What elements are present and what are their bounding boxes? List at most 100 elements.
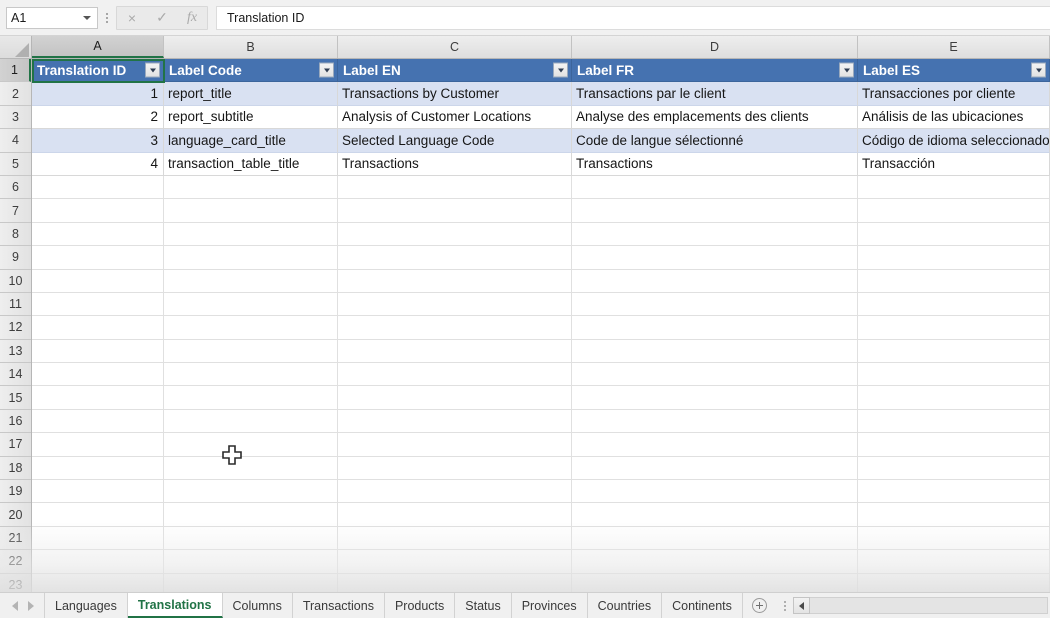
cell-C21[interactable] — [338, 526, 572, 551]
empty-row[interactable] — [32, 269, 1050, 293]
column-header-d[interactable]: D — [572, 36, 858, 58]
cell-A17[interactable] — [32, 433, 164, 457]
row-header-6[interactable]: 6 — [0, 175, 31, 200]
cell-B14[interactable] — [164, 363, 338, 387]
close-x-icon[interactable]: × — [117, 7, 147, 29]
empty-row[interactable] — [32, 503, 1050, 527]
cell-E14[interactable] — [858, 363, 1050, 387]
row-header-23[interactable]: 23 — [0, 573, 31, 592]
row-header-7[interactable]: 7 — [0, 199, 31, 223]
cell-B23[interactable] — [164, 573, 338, 592]
cell-D3[interactable]: Analyse des emplacements des clients — [572, 105, 858, 130]
cell-C15[interactable] — [338, 386, 572, 410]
formula-input[interactable]: Translation ID — [216, 5, 1050, 30]
cell-C13[interactable] — [338, 339, 572, 364]
scroll-left-button[interactable] — [792, 597, 810, 614]
cell-C16[interactable] — [338, 409, 572, 434]
cell-C11[interactable] — [338, 292, 572, 317]
sheet-tab-languages[interactable]: Languages — [44, 593, 128, 618]
cell-A18[interactable] — [32, 456, 164, 481]
cell-A9[interactable] — [32, 246, 164, 270]
cell-C7[interactable] — [338, 199, 572, 223]
check-icon[interactable]: ✓ — [147, 7, 177, 29]
cell-A6[interactable] — [32, 175, 164, 200]
table-header-cell-b[interactable]: Label Code — [164, 59, 338, 83]
cell-D5[interactable]: Transactions — [572, 152, 858, 176]
cell-C4[interactable]: Selected Language Code — [338, 129, 572, 153]
add-sheet-button[interactable] — [743, 593, 777, 618]
row-header-12[interactable]: 12 — [0, 316, 31, 340]
cell-B21[interactable] — [164, 526, 338, 551]
cell-E10[interactable] — [858, 269, 1050, 293]
cell-B5[interactable]: transaction_table_title — [164, 152, 338, 176]
cell-D7[interactable] — [572, 199, 858, 223]
cell-D16[interactable] — [572, 409, 858, 434]
cell-C14[interactable] — [338, 363, 572, 387]
cell-A11[interactable] — [32, 292, 164, 317]
cell-A8[interactable] — [32, 222, 164, 247]
cell-B17[interactable] — [164, 433, 338, 457]
sheet-tab-columns[interactable]: Columns — [222, 593, 293, 618]
empty-row[interactable] — [32, 199, 1050, 223]
cell-A19[interactable] — [32, 480, 164, 504]
cell-D8[interactable] — [572, 222, 858, 247]
cell-A12[interactable] — [32, 316, 164, 340]
sheet-tab-continents[interactable]: Continents — [662, 593, 743, 618]
filter-dropdown-icon[interactable] — [145, 62, 160, 78]
cell-E21[interactable] — [858, 526, 1050, 551]
empty-row[interactable] — [32, 222, 1050, 247]
cell-D11[interactable] — [572, 292, 858, 317]
insert-function-icon[interactable]: fx — [177, 7, 207, 29]
empty-row[interactable] — [32, 363, 1050, 387]
cell-A5[interactable]: 4 — [32, 152, 164, 176]
cell-B15[interactable] — [164, 386, 338, 410]
table-header-cell-d[interactable]: Label FR — [572, 59, 858, 83]
cell-B16[interactable] — [164, 409, 338, 434]
cell-E8[interactable] — [858, 222, 1050, 247]
sheet-tab-translations[interactable]: Translations — [127, 593, 223, 618]
column-header-c[interactable]: C — [338, 36, 572, 58]
sheet-tab-products[interactable]: Products — [384, 593, 456, 618]
cell-C22[interactable] — [338, 550, 572, 574]
nav-previous-icon[interactable] — [12, 600, 18, 611]
cell-C20[interactable] — [338, 503, 572, 527]
cell-B6[interactable] — [164, 175, 338, 200]
cell-D9[interactable] — [572, 246, 858, 270]
select-all-corner[interactable] — [0, 36, 32, 59]
cell-A16[interactable] — [32, 409, 164, 434]
filter-dropdown-icon[interactable] — [553, 62, 568, 78]
cell-E22[interactable] — [858, 550, 1050, 574]
cell-D21[interactable] — [572, 526, 858, 551]
cell-D14[interactable] — [572, 363, 858, 387]
empty-row[interactable] — [32, 246, 1050, 270]
row-header-2[interactable]: 2 — [0, 82, 31, 106]
empty-row[interactable] — [32, 573, 1050, 592]
column-header-a[interactable]: A — [32, 36, 164, 58]
row-header-1[interactable]: 1 — [0, 59, 31, 83]
cell-D22[interactable] — [572, 550, 858, 574]
column-header-b[interactable]: B — [164, 36, 338, 58]
cell-D2[interactable]: Transactions par le client — [572, 82, 858, 106]
row-header-11[interactable]: 11 — [0, 292, 31, 317]
table-header-cell-e[interactable]: Label ES — [858, 59, 1050, 83]
empty-row[interactable] — [32, 480, 1050, 504]
row-header-5[interactable]: 5 — [0, 152, 31, 176]
cell-A2[interactable]: 1 — [32, 82, 164, 106]
cell-E17[interactable] — [858, 433, 1050, 457]
cell-area[interactable]: Translation ID Label Code Label EN Label FR… — [32, 59, 1050, 592]
empty-row[interactable] — [32, 339, 1050, 364]
cell-C6[interactable] — [338, 175, 572, 200]
row-header-4[interactable]: 4 — [0, 129, 31, 153]
horizontal-scroll-thumb[interactable] — [809, 598, 1047, 613]
cell-E7[interactable] — [858, 199, 1050, 223]
table-row[interactable]: 4 transaction_table_title Transactions Tran… — [32, 152, 1050, 176]
cell-C3[interactable]: Analysis of Customer Locations — [338, 105, 572, 130]
cell-E13[interactable] — [858, 339, 1050, 364]
row-header-13[interactable]: 13 — [0, 339, 31, 364]
cell-E23[interactable] — [858, 573, 1050, 592]
empty-row[interactable] — [32, 386, 1050, 410]
cell-A22[interactable] — [32, 550, 164, 574]
cell-B2[interactable]: report_title — [164, 82, 338, 106]
cell-D13[interactable] — [572, 339, 858, 364]
cell-E9[interactable] — [858, 246, 1050, 270]
